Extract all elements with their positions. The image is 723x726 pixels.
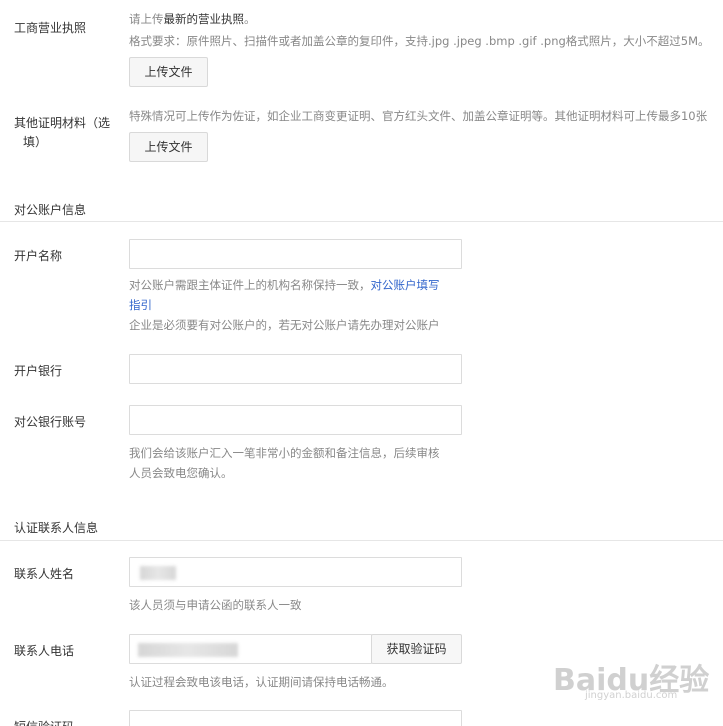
account-guide-link-cont[interactable]: 指引 (129, 295, 152, 315)
bank-input[interactable] (129, 354, 462, 384)
other-docs-label-line2: 填） (23, 135, 48, 149)
account-guide-link[interactable]: 对公账户填写 (371, 278, 440, 292)
account-number-hint-line1: 我们会给该账户汇入一笔非常小的金额和备注信息，后续审核 (129, 446, 440, 460)
format-requirement-hint: 格式要求：原件照片、扫描件或者加盖公章的复印件，支持.jpg .jpeg .bm… (129, 34, 710, 48)
account-number-label: 对公银行账号 (14, 415, 87, 429)
contact-section-title: 认证联系人信息 (14, 521, 99, 535)
contact-name-label: 联系人姓名 (14, 567, 75, 581)
upload-license-button[interactable]: 上传文件 (129, 57, 208, 87)
account-name-hint-text: 对公账户需跟主体证件上的机构名称保持一致， (129, 278, 371, 292)
account-name-hint-line3: 企业是必须要有对公账户的，若无对公账户请先办理对公账户 (129, 318, 440, 332)
sms-code-label: 短信验证码 (14, 718, 74, 726)
upload-other-docs-button[interactable]: 上传文件 (129, 132, 208, 162)
bank-section-title: 对公账户信息 (14, 203, 87, 217)
bank-section-divider (0, 221, 723, 222)
contact-phone-hint: 认证过程会致电该电话，认证期间请保持电话畅通。 (129, 675, 394, 689)
baidu-watermark-url: jingyan.baidu.com (585, 690, 678, 701)
redacted-name (140, 566, 176, 580)
business-license-hint-prefix: 请上传 (129, 12, 164, 26)
business-license-hint: 请上传最新的营业执照。 (129, 9, 256, 29)
get-verification-code-button[interactable]: 获取验证码 (371, 634, 462, 664)
business-license-hint-suffix: 。 (244, 12, 256, 26)
account-name-label: 开户名称 (14, 249, 63, 263)
other-docs-hint: 特殊情况可上传作为佐证，如企业工商变更证明、官方红头文件、加盖公章证明等。其他证… (129, 109, 708, 123)
other-docs-label-line1: 其他证明材料（选 (14, 116, 111, 130)
account-name-hint-line1: 对公账户需跟主体证件上的机构名称保持一致，对公账户填写 (129, 275, 440, 295)
latest-license-link[interactable]: 最新的营业执照 (164, 12, 245, 26)
account-name-input[interactable] (129, 239, 462, 269)
contact-name-input[interactable] (129, 557, 462, 587)
contact-phone-input[interactable] (129, 634, 372, 664)
sms-code-input[interactable] (129, 710, 462, 726)
account-number-input[interactable] (129, 405, 462, 435)
redacted-phone (138, 643, 238, 657)
contact-phone-label: 联系人电话 (14, 644, 75, 658)
contact-name-hint: 该人员须与申请公函的联系人一致 (129, 598, 302, 612)
business-license-label: 工商营业执照 (14, 21, 87, 35)
contact-section-divider (0, 540, 723, 541)
account-number-hint-line2: 人员会致电您确认。 (129, 466, 233, 480)
page-root: 工商营业执照 请上传最新的营业执照。 格式要求：原件照片、扫描件或者加盖公章的复… (0, 0, 723, 726)
bank-label: 开户银行 (14, 364, 63, 378)
